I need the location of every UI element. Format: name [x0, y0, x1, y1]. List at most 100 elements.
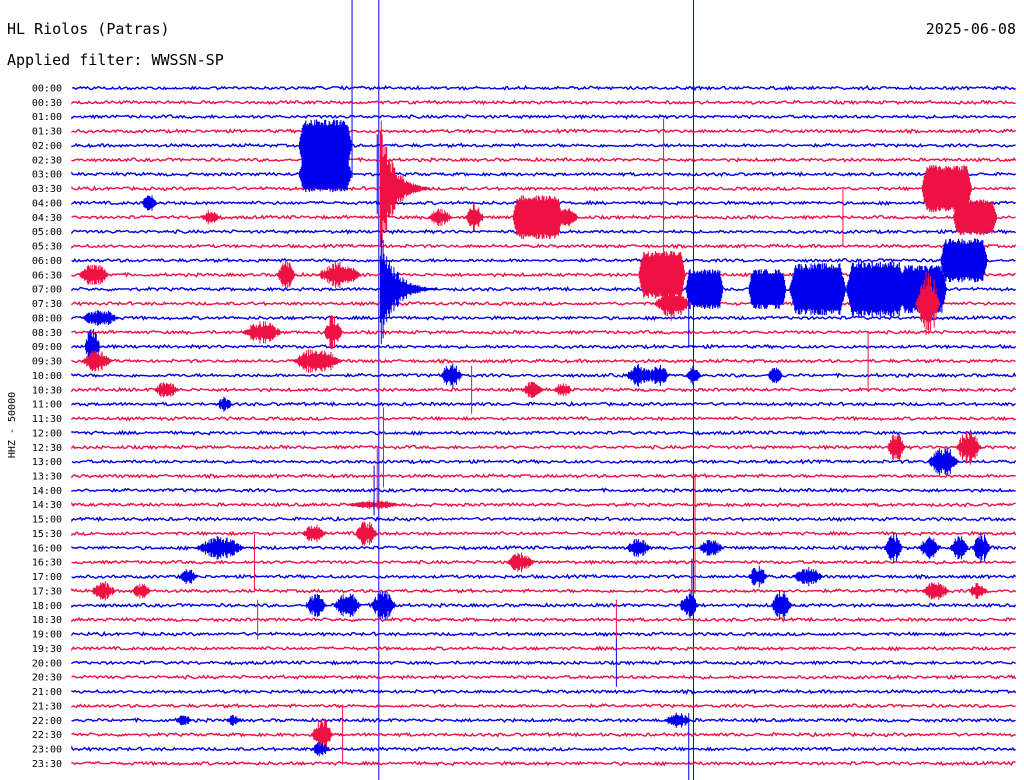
seismic-event-35	[767, 367, 784, 384]
trace-row	[71, 128, 1016, 135]
seismic-event-22	[317, 261, 362, 289]
seismic-event-52	[972, 532, 991, 564]
trace-row	[71, 487, 1016, 494]
row-time-label: 11:00	[32, 400, 62, 411]
seismic-event-45	[355, 521, 378, 546]
trace-row	[71, 731, 1016, 738]
trace-row	[71, 515, 1016, 523]
row-time-label: 23:00	[32, 745, 62, 756]
seismic-event-4	[953, 199, 997, 236]
seismic-event-56	[793, 567, 824, 587]
trace-row	[71, 329, 1017, 336]
row-time-label: 09:00	[32, 342, 62, 353]
trace-row	[71, 630, 1017, 638]
trace-row	[71, 501, 1016, 508]
seismic-event-10	[846, 261, 907, 317]
trace-row	[71, 99, 1016, 106]
row-time-label: 15:00	[32, 515, 62, 526]
trace-row	[71, 616, 1016, 623]
row-time-label: 22:00	[32, 716, 62, 727]
trace-row	[71, 358, 1016, 365]
seismic-event-17	[465, 204, 484, 231]
row-time-label: 18:30	[32, 615, 62, 626]
trace-row	[71, 659, 1016, 666]
seismic-event-8	[748, 269, 786, 309]
row-time-label: 00:30	[32, 98, 62, 109]
trace-row	[71, 573, 1017, 580]
seismic-event-31	[440, 363, 463, 388]
row-time-label: 13:30	[32, 471, 62, 482]
seismic-event-58	[132, 583, 151, 599]
seismic-event-30	[292, 349, 343, 373]
trace-row	[71, 171, 1017, 178]
row-time-label: 12:00	[32, 428, 62, 439]
trace-layer	[71, 0, 1017, 780]
seismic-event-41	[956, 429, 981, 465]
seismic-event-25	[81, 310, 119, 326]
seismic-event-6	[638, 251, 686, 299]
seismic-event-57	[91, 581, 116, 601]
seismic-event-66	[176, 715, 192, 726]
row-time-label: 07:30	[32, 299, 62, 310]
row-time-label: 11:30	[32, 414, 62, 425]
row-time-label: 17:00	[32, 572, 62, 583]
trace-row	[71, 429, 1017, 436]
row-time-label: 21:00	[32, 687, 62, 698]
row-time-label: 13:00	[32, 457, 62, 468]
seismic-event-20	[78, 264, 110, 285]
seismic-event-15	[141, 195, 157, 211]
row-time-label: 20:00	[32, 658, 62, 669]
trace-row	[71, 703, 1016, 709]
seismic-event-40	[887, 434, 906, 461]
row-time-label: 04:00	[32, 198, 62, 209]
seismic-event-34	[686, 366, 702, 385]
seismic-event-53	[506, 552, 535, 572]
row-time-label: 20:30	[32, 673, 62, 684]
row-time-label: 03:30	[32, 184, 62, 195]
trace-row	[71, 530, 1017, 537]
row-time-label: 22:30	[32, 730, 62, 741]
row-time-label: 18:00	[32, 601, 62, 612]
row-time-label: 04:30	[32, 213, 62, 224]
trace-row	[71, 602, 1017, 609]
trace-row	[71, 415, 1016, 422]
seismic-event-44	[302, 524, 327, 543]
trace-row	[71, 717, 1016, 724]
seismic-event-49	[884, 532, 903, 564]
trace-row	[71, 372, 1017, 379]
row-time-label: 19:00	[32, 630, 62, 641]
seismic-event-13	[379, 234, 437, 345]
row-time-label: 07:00	[32, 285, 62, 296]
row-time-label: 09:30	[32, 357, 62, 368]
row-time-label: 05:30	[32, 242, 62, 253]
trace-row	[71, 314, 1016, 321]
row-time-label: 01:30	[32, 127, 62, 138]
row-time-label: 02:30	[32, 155, 62, 166]
trace-row	[71, 243, 1017, 250]
seismic-event-63	[371, 590, 396, 621]
row-time-label: 01:00	[32, 112, 62, 123]
trace-row	[71, 84, 1016, 92]
seismic-event-61	[305, 593, 327, 617]
row-time-label: 02:00	[32, 141, 62, 152]
trace-row	[71, 400, 1017, 408]
seismic-event-27	[324, 315, 343, 350]
seismic-event-21	[276, 259, 295, 290]
trace-row	[71, 444, 1017, 451]
seismic-event-68	[664, 712, 692, 728]
row-time-label: 10:00	[32, 371, 62, 382]
seismic-event-36	[154, 382, 179, 398]
seismic-event-16	[428, 208, 453, 226]
row-time-label: 12:30	[32, 443, 62, 454]
trace-row	[71, 587, 1017, 594]
trace-row	[71, 688, 1017, 695]
row-time-label: 17:30	[32, 586, 62, 597]
trace-row	[71, 645, 1017, 652]
seismic-event-51	[950, 536, 969, 560]
row-time-label: 14:00	[32, 486, 62, 497]
seismic-event-48	[698, 540, 723, 556]
seismic-event-55	[748, 565, 767, 588]
trace-row	[71, 472, 1016, 480]
trace-row	[71, 185, 1016, 192]
seismic-event-50	[918, 536, 941, 560]
